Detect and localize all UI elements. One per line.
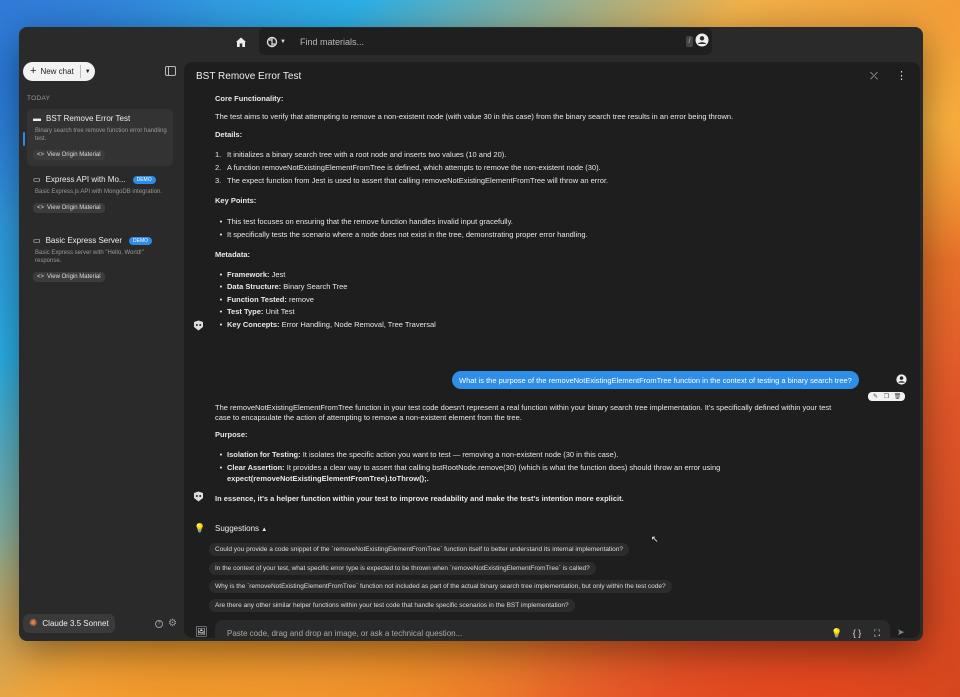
list-item: • Data Structure: Binary Search Tree xyxy=(219,282,348,291)
answer-intro: The removeNotExistingElementFromTree fun… xyxy=(215,403,832,412)
view-origin-button[interactable]: <> View Origin Material xyxy=(33,150,105,160)
chat-panel: BST Remove Error Test ⤫ ⋮ Core Functiona… xyxy=(184,62,920,641)
model-selector-button[interactable]: ✺ Claude 3.5 Sonnet xyxy=(23,614,115,633)
chat-item-express-api[interactable]: ▭ Express API with Mo... DEMO Basic Expr… xyxy=(27,170,173,219)
list-item: • Framework: Jest xyxy=(219,270,286,279)
view-origin-button[interactable]: <> View Origin Material xyxy=(33,272,105,282)
section-label: TODAY xyxy=(27,95,51,102)
list-item: • Isolation for Testing: It isolates the … xyxy=(219,450,619,459)
list-item: • Test Type: Unit Test xyxy=(219,307,295,316)
details-heading: Details: xyxy=(215,130,243,139)
list-item: 3. The expect function from Jest is used … xyxy=(215,176,609,185)
list-item: • Key Concepts: Error Handling, Node Remo… xyxy=(219,320,436,329)
origin-label: View Origin Material xyxy=(47,152,101,158)
chat-item-basic-express-server[interactable]: ▭ Basic Express Server DEMO Basic Expres… xyxy=(27,231,173,288)
list-item: • This test focuses on ensuring that the … xyxy=(219,217,513,226)
page-title: BST Remove Error Test xyxy=(196,71,302,82)
sidebar-toggle-icon[interactable] xyxy=(165,66,176,76)
chat-item-bst-remove-error-test[interactable]: ▬ BST Remove Error Test Binary search tr… xyxy=(27,109,173,166)
list-item: • It specifically tests the scenario wher… xyxy=(219,230,588,239)
list-item: 2. A function removeNotExistingElementFro… xyxy=(215,163,601,172)
code-icon: <> xyxy=(37,205,45,211)
chevron-up-icon: ▲ xyxy=(261,527,268,533)
code-braces-icon[interactable]: { } xyxy=(850,628,864,638)
message-input[interactable] xyxy=(227,628,830,638)
core-text: The test aims to verify that attempting … xyxy=(215,112,734,121)
plus-icon: + xyxy=(30,65,37,77)
top-bar: ▼ / xyxy=(19,27,923,57)
core-heading: Core Functionality: xyxy=(215,94,284,103)
divider xyxy=(79,65,81,78)
suggestion-chip[interactable]: Why is the `removeNotExistingElementFrom… xyxy=(209,580,672,593)
code-icon: <> xyxy=(37,274,45,280)
lightbulb-icon: 💡 xyxy=(194,523,206,533)
copy-icon[interactable]: ❐ xyxy=(882,393,891,400)
home-button[interactable] xyxy=(231,32,251,52)
account-button[interactable] xyxy=(695,33,709,47)
collapse-icon[interactable]: ⤫ xyxy=(870,71,878,82)
composer: 💡 { } ⛶ xyxy=(215,620,890,641)
keypoints-heading: Key Points: xyxy=(215,196,257,205)
demo-badge: DEMO xyxy=(132,175,156,184)
chat-bubble-icon: ▬ xyxy=(33,114,41,123)
suggestion-chip[interactable]: In the context of your test, what specif… xyxy=(209,562,596,575)
chat-description: Basic Express server with "Hello, World!… xyxy=(35,250,144,264)
demo-badge: DEMO xyxy=(129,236,153,245)
more-options-icon[interactable]: ⋮ xyxy=(896,69,907,82)
origin-label: View Origin Material xyxy=(47,274,101,280)
origin-label: View Origin Material xyxy=(47,205,101,211)
search-bar: ▼ / xyxy=(259,28,712,55)
answer-summary: In essence, it's a helper function withi… xyxy=(215,494,624,503)
chat-title: Express API with Mo... xyxy=(45,175,126,184)
chat-description: Basic Express.js API with MongoDB integr… xyxy=(35,189,163,195)
metadata-heading: Metadata: xyxy=(215,250,251,259)
user-avatar-icon xyxy=(896,374,907,385)
chat-description: Binary search tree remove function error… xyxy=(35,128,167,142)
chevron-down-icon[interactable]: ▼ xyxy=(85,69,91,75)
suggestions-toggle[interactable]: Suggestions ▲ xyxy=(215,524,267,533)
chat-bubble-icon: ▭ xyxy=(33,175,41,184)
suggestions-label: Suggestions xyxy=(215,524,260,533)
code-icon: <> xyxy=(37,152,45,158)
screenshot-icon[interactable]: ⛶ xyxy=(870,628,884,639)
suggestion-chip[interactable]: Could you provide a code snippet of the … xyxy=(209,543,630,556)
list-item: • Clear Assertion: It provides a clear wa… xyxy=(219,463,721,472)
new-chat-button[interactable]: + New chat ▼ xyxy=(23,62,95,81)
suggestion-chip[interactable]: Are there any other similar helper funct… xyxy=(209,599,575,612)
chat-title: Basic Express Server xyxy=(45,236,123,245)
source-selector[interactable]: ▼ xyxy=(266,36,290,48)
list-item-continuation: expect(removeNotExistingElementFromTree)… xyxy=(227,474,429,483)
send-icon[interactable]: ➤ xyxy=(897,627,905,638)
home-icon xyxy=(236,37,246,47)
assistant-avatar-icon xyxy=(194,320,203,331)
claude-spark-icon: ✺ xyxy=(29,618,38,629)
search-input[interactable] xyxy=(300,36,686,47)
sidebar: + New chat ▼ TODAY ▬ BST Remove Error Te… xyxy=(19,57,184,641)
chat-title: BST Remove Error Test xyxy=(46,114,131,123)
list-item: • Function Tested: remove xyxy=(219,295,314,304)
lightbulb-toggle-icon[interactable]: 💡 xyxy=(830,628,844,639)
image-upload-icon[interactable]: 🖼 xyxy=(195,627,208,638)
active-chat-marker xyxy=(23,132,25,146)
chevron-down-icon: ▼ xyxy=(280,38,286,45)
user-circle-icon xyxy=(695,33,709,47)
assistant-avatar-icon xyxy=(194,491,203,502)
chat-bubble-icon: ▭ xyxy=(33,236,41,245)
new-chat-label: New chat xyxy=(40,67,74,76)
purpose-heading: Purpose: xyxy=(215,430,248,439)
edit-icon[interactable]: ✎ xyxy=(871,393,880,400)
gear-icon[interactable]: ⚙ xyxy=(168,618,177,629)
shortcut-hint: / xyxy=(686,36,693,47)
answer-intro: case to encapsulate the action of attemp… xyxy=(215,413,522,422)
app-window: ▼ / + New chat ▼ TODAY ▬ BST Remove Erro… xyxy=(19,27,923,641)
message-toolbar: ✎ ❐ 🗑 xyxy=(868,392,905,401)
list-item: 1. It initializes a binary search tree wi… xyxy=(215,150,507,159)
user-message-bubble: What is the purpose of the removeNotExis… xyxy=(452,371,859,389)
help-icon[interactable]: ? xyxy=(155,620,163,628)
view-origin-button[interactable]: <> View Origin Material xyxy=(33,203,105,213)
model-label: Claude 3.5 Sonnet xyxy=(42,619,109,628)
delete-icon[interactable]: 🗑 xyxy=(893,393,902,400)
brain-icon xyxy=(266,36,278,47)
mouse-cursor-icon: ↖ xyxy=(651,534,659,544)
